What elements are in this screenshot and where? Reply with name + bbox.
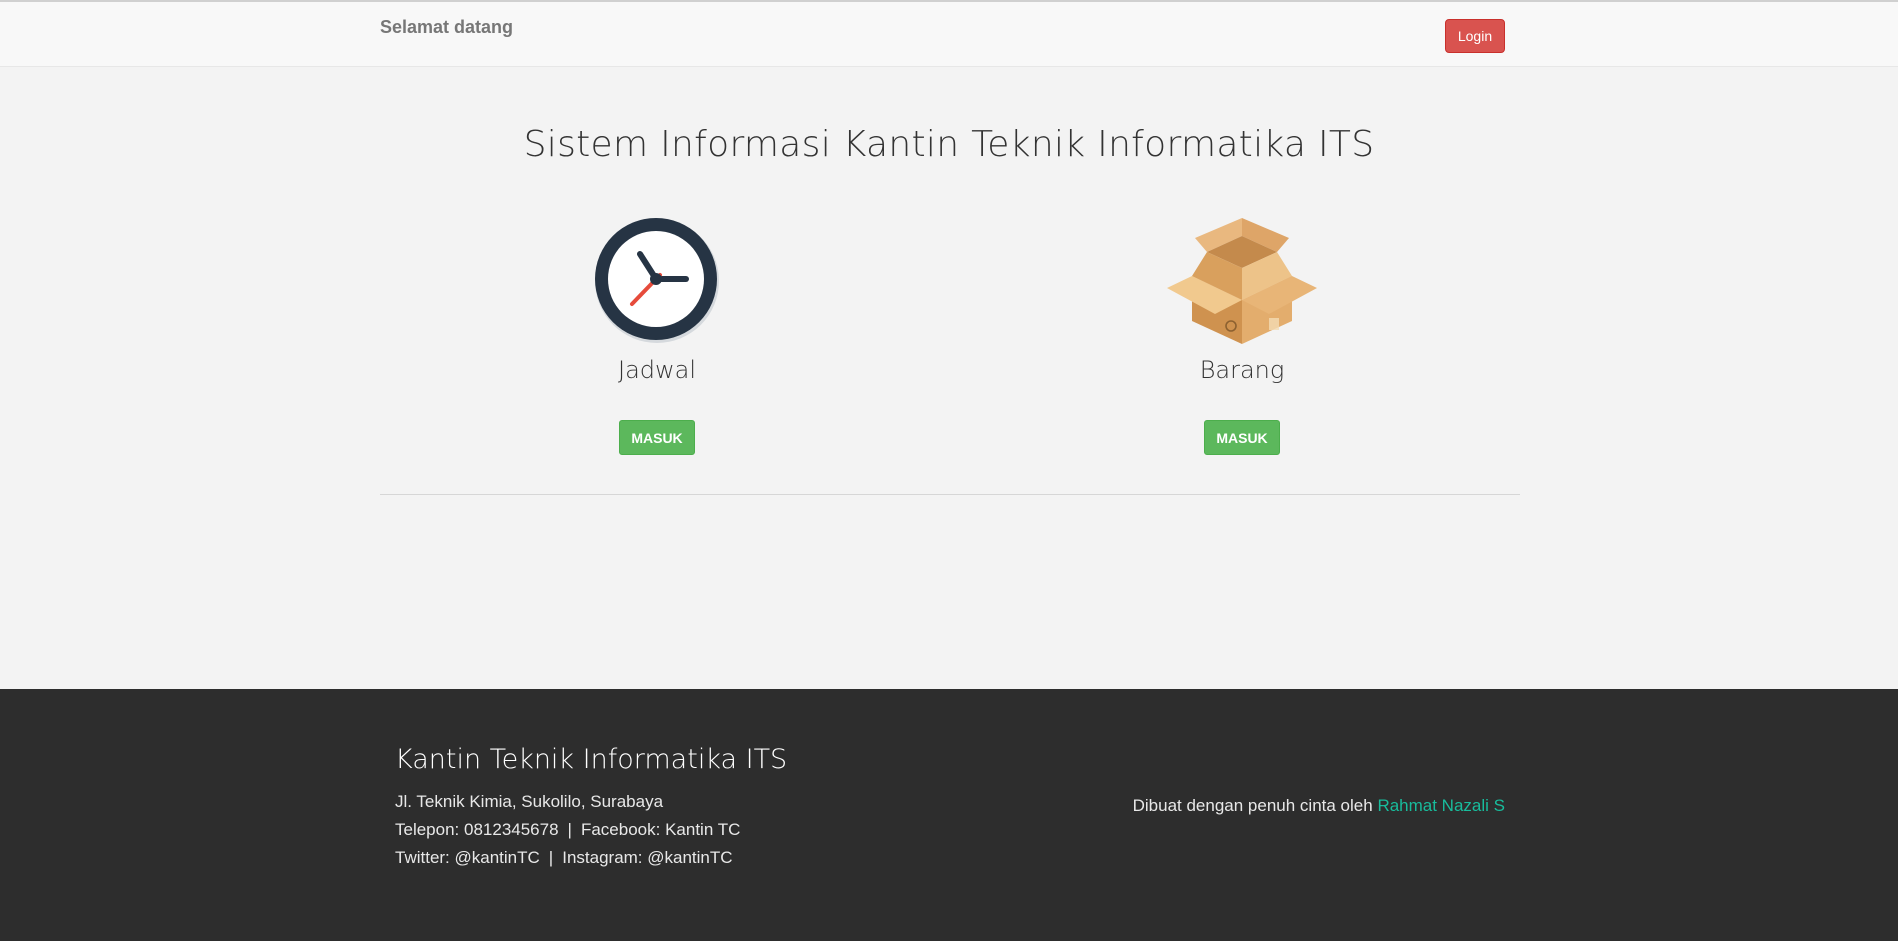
feature-label: Barang bbox=[1199, 356, 1285, 384]
navbar: Selamat datang Login bbox=[0, 0, 1898, 67]
feature-label: Jadwal bbox=[617, 356, 697, 384]
masuk-barang-button[interactable]: MASUK bbox=[1204, 420, 1280, 455]
footer-contacts: Telepon: 0812345678 | Facebook: Kantin TC bbox=[395, 820, 740, 840]
footer-social: Twitter: @kantinTC | Instagram: @kantinTC bbox=[395, 848, 733, 868]
footer-address: Jl. Teknik Kimia, Sukolilo, Surabaya bbox=[395, 792, 663, 812]
telepon-text: Telepon: 0812345678 bbox=[395, 820, 559, 839]
twitter-text: Twitter: @kantinTC bbox=[395, 848, 540, 867]
separator: | bbox=[567, 820, 572, 839]
page-title: Sistem Informasi Kantin Teknik Informati… bbox=[523, 124, 1375, 165]
navbar-brand[interactable]: Selamat datang bbox=[380, 17, 513, 38]
feature-barang: Barang MASUK bbox=[1092, 216, 1392, 455]
footer-credit: Dibuat dengan penuh cinta oleh Rahmat Na… bbox=[1133, 796, 1505, 816]
masuk-jadwal-button[interactable]: MASUK bbox=[619, 420, 695, 455]
divider bbox=[380, 494, 1520, 495]
footer-title: Kantin Teknik Informatika ITS bbox=[395, 744, 788, 775]
facebook-text: Facebook: Kantin TC bbox=[580, 820, 741, 839]
separator: | bbox=[548, 848, 554, 867]
address-text: Jl. Teknik Kimia, Sukolilo, Surabaya bbox=[395, 792, 664, 811]
clock-icon bbox=[507, 216, 807, 346]
instagram-text: Instagram: @kantinTC bbox=[562, 848, 733, 867]
footer: Kantin Teknik Informatika ITS Jl. Teknik… bbox=[0, 689, 1898, 941]
feature-jadwal: Jadwal MASUK bbox=[507, 216, 807, 455]
login-button[interactable]: Login bbox=[1445, 19, 1505, 53]
author-link[interactable]: Rahmat Nazali S bbox=[1377, 796, 1505, 815]
credit-prefix: Dibuat dengan penuh cinta oleh bbox=[1132, 796, 1373, 815]
box-icon bbox=[1092, 216, 1392, 346]
